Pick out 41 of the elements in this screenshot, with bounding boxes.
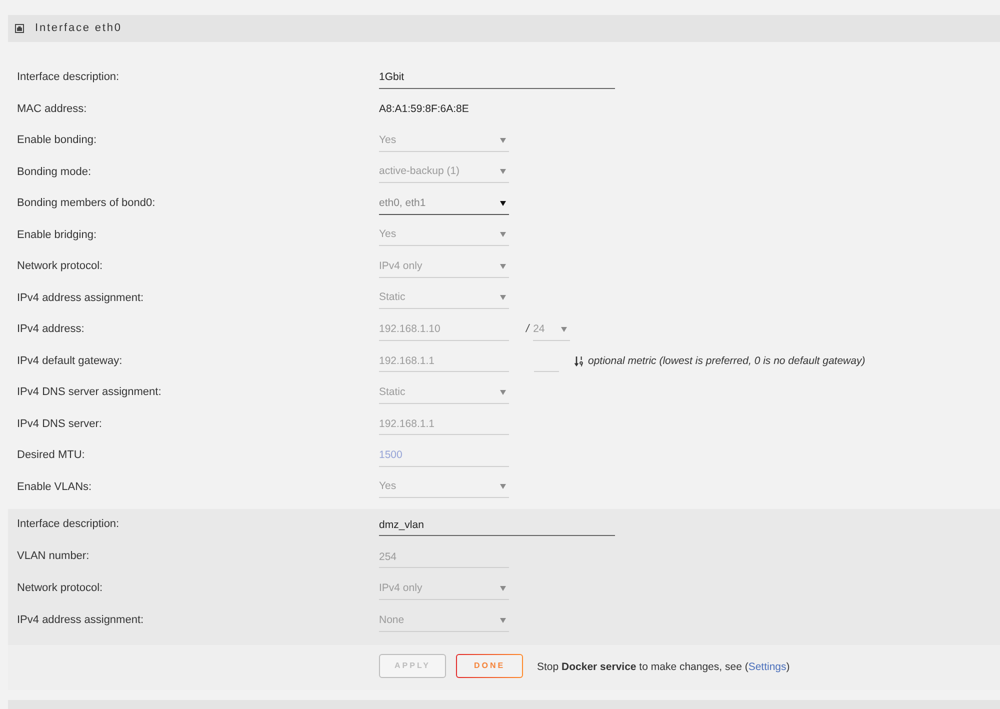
done-button[interactable]: DONE: [456, 654, 523, 678]
field-label: IPv4 address assignment:: [17, 614, 144, 626]
caret-icon: [500, 169, 506, 174]
ethernet-port-icon: [15, 24, 24, 33]
field-label: Desired MTU:: [17, 449, 85, 462]
mac-address-value: A8:A1:59:8F:6A:8E: [379, 102, 469, 116]
field-label: IPv4 address:: [17, 323, 84, 336]
caret-icon: [500, 618, 506, 623]
field-label: Bonding members of bond0:: [17, 197, 156, 210]
caret-icon: [500, 586, 506, 591]
caret-icon: [500, 390, 506, 395]
caret-icon: [500, 264, 506, 269]
dropdown-select[interactable]: eth0, eth1: [379, 192, 509, 215]
field-label: IPv4 address assignment:: [17, 292, 144, 304]
settings-link[interactable]: Settings: [748, 661, 786, 674]
field-label: Interface description:: [17, 71, 120, 84]
field-label: Network protocol:: [17, 260, 103, 272]
caret-icon: [500, 295, 506, 300]
text-input[interactable]: 1Gbit: [379, 66, 615, 89]
caret-icon: [500, 200, 506, 206]
field-label: IPv4 DNS server:: [17, 418, 102, 430]
field-label: Bonding mode:: [17, 166, 91, 178]
caret-icon: [500, 138, 506, 143]
field-label: Enable bridging:: [17, 228, 97, 241]
text-input[interactable]: dmz_vlan: [379, 514, 615, 536]
field-label: Interface description:: [17, 518, 120, 530]
prefix-separator: /: [526, 323, 530, 336]
field-label: MAC address:: [17, 102, 87, 115]
field-label: Enable VLANs:: [17, 480, 92, 493]
docker-notice: Stop Docker service to make changes, see (Settings): [537, 661, 790, 674]
sort-down-icon: [574, 356, 583, 367]
caret-icon: [561, 326, 568, 332]
field-label: VLAN number:: [17, 550, 90, 562]
field-label: Network protocol:: [17, 582, 103, 594]
caret-icon: [500, 232, 506, 238]
field-label: IPv4 DNS server assignment:: [17, 386, 162, 398]
panel-title: Interface eth0: [35, 22, 122, 36]
metric-hint: optional metric (lowest is preferred, 0 is no default gateway): [588, 354, 866, 368]
caret-icon: [500, 484, 506, 490]
field-label: Enable bonding:: [17, 134, 97, 146]
field-label: IPv4 default gateway:: [17, 354, 122, 367]
